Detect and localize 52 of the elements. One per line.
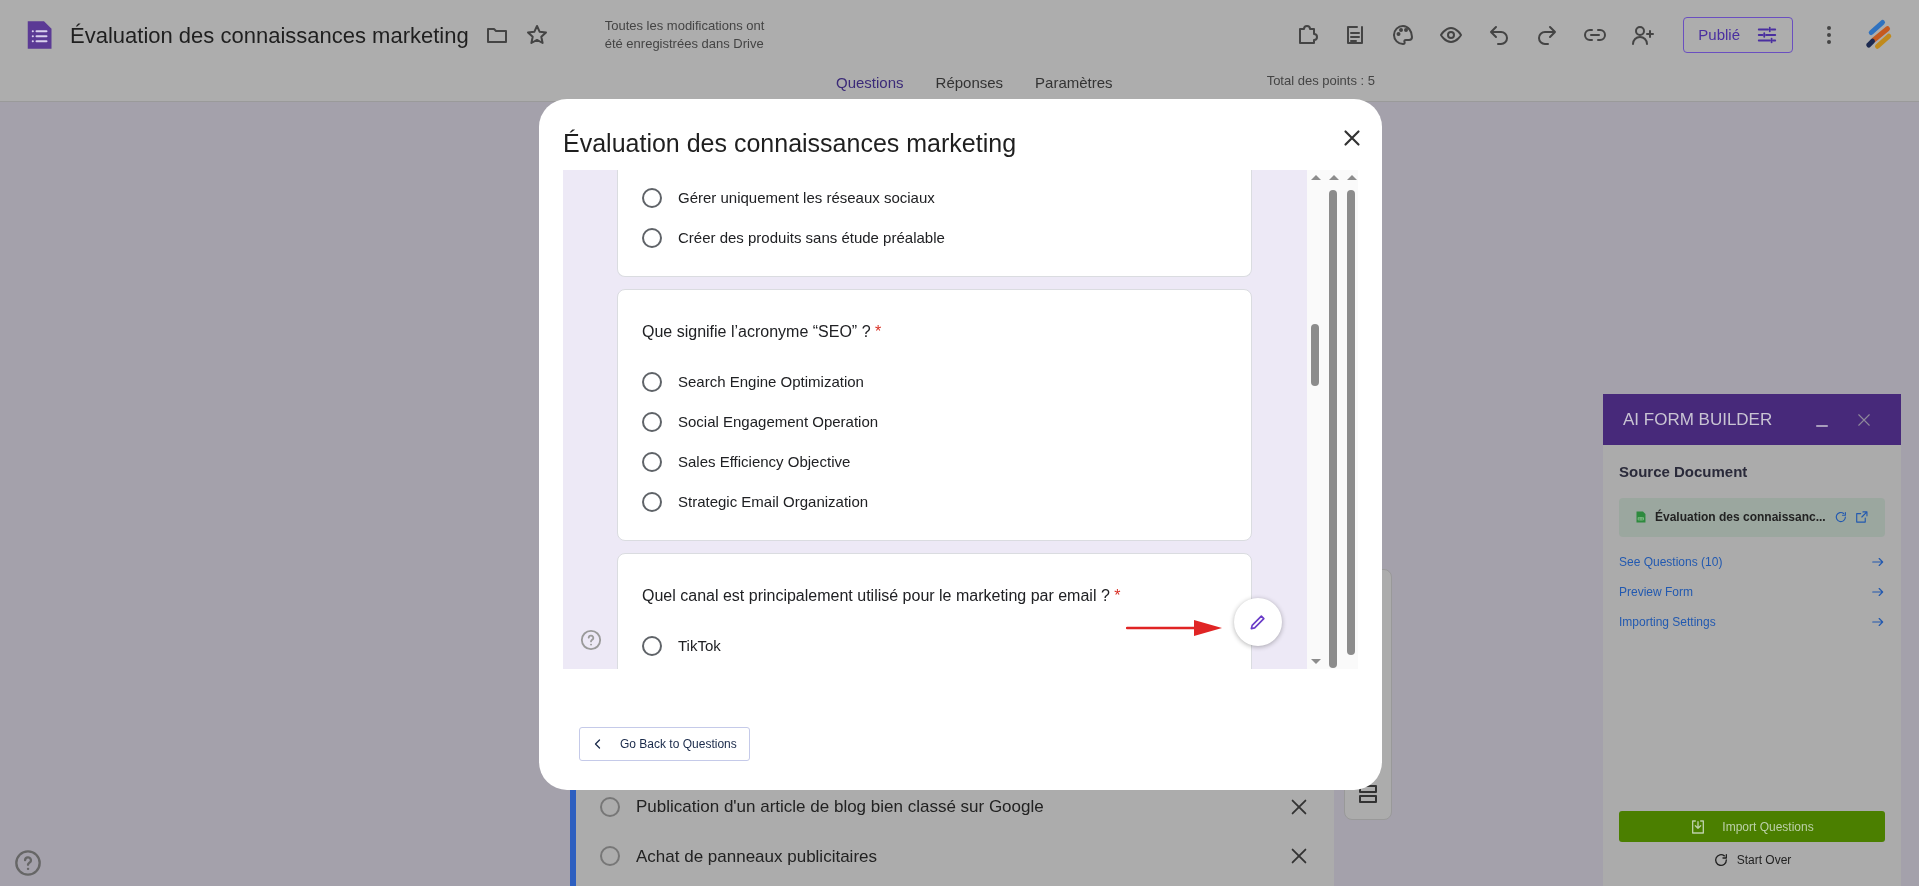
tab[interactable]: Questions (832, 71, 908, 100)
section-icon[interactable] (1356, 782, 1380, 806)
option-text: TikTok (678, 635, 721, 656)
open-external-icon[interactable] (1855, 509, 1869, 525)
help-icon[interactable] (14, 849, 42, 877)
palette-icon[interactable] (1391, 23, 1416, 47)
question-text: Quel canal est principalement utilisé pour le marketing par email ? * (642, 586, 1122, 606)
option-text: Créer des produits sans étude préalable (678, 227, 945, 248)
publish-button[interactable]: Publié (1683, 16, 1793, 54)
refresh-icon (1712, 852, 1729, 868)
required-mark: * (1114, 587, 1121, 604)
radio-button[interactable] (642, 228, 662, 248)
option-text: Search Engine Optimization (678, 371, 864, 392)
radio-button[interactable] (642, 412, 662, 432)
panel-link[interactable]: Preview Form (1619, 582, 1885, 601)
radio-button[interactable] (600, 796, 620, 817)
option-text: Publication d'un article de blog bien classé sur Google (636, 796, 1045, 818)
section-title: Source Document (1619, 462, 1749, 482)
radio-button[interactable] (642, 372, 662, 392)
radio-button[interactable] (642, 452, 662, 472)
download-icon (1690, 818, 1707, 835)
back-button[interactable]: Go Back to Questions (579, 727, 750, 761)
form-title: Évaluation des connaissances marketing (70, 21, 469, 50)
refresh-icon[interactable] (1833, 509, 1848, 525)
panel-link[interactable]: See Questions (10) (1619, 552, 1885, 571)
question-text: Que signifie l’acronyme “SEO” ? * (642, 322, 883, 342)
tab[interactable]: Paramètres (1031, 71, 1117, 100)
option-text: Strategic Email Organization (678, 491, 869, 512)
option-text: Sales Efficiency Objective (678, 451, 851, 472)
required-mark: * (875, 323, 882, 340)
scrollbar[interactable] (1307, 170, 1358, 669)
start-over-button[interactable]: Start Over (1619, 850, 1885, 870)
radio-button[interactable] (642, 636, 662, 656)
pencil-icon (1248, 612, 1268, 632)
radio-button[interactable] (642, 492, 662, 512)
panel-link[interactable]: Importing Settings (1619, 612, 1885, 631)
help-icon[interactable] (580, 629, 602, 651)
option-text: Gérer uniquement les réseaux sociaux (678, 187, 935, 208)
document-name: Évaluation des connaissanc... (1654, 508, 1826, 526)
panel-title: AI FORM BUILDER (1623, 408, 1774, 431)
total-points: Total des points : 5 (1266, 71, 1376, 90)
import-button[interactable]: Import Questions (1619, 811, 1885, 842)
save-status: Toutes les modifications ont été enregistrées dans Drive (604, 17, 765, 53)
tab[interactable]: Réponses (931, 71, 1008, 100)
sliders-icon (1756, 24, 1778, 46)
dialog-title: Évaluation des connaissances marketing (562, 128, 1017, 159)
add-person-icon[interactable] (1631, 23, 1656, 47)
radio-button[interactable] (600, 846, 620, 867)
radio-button[interactable] (642, 188, 662, 208)
option-text: Achat de panneaux publicitaires (636, 845, 878, 868)
star-icon[interactable] (524, 23, 549, 47)
option-text: Social Engagement Operation (678, 411, 879, 432)
